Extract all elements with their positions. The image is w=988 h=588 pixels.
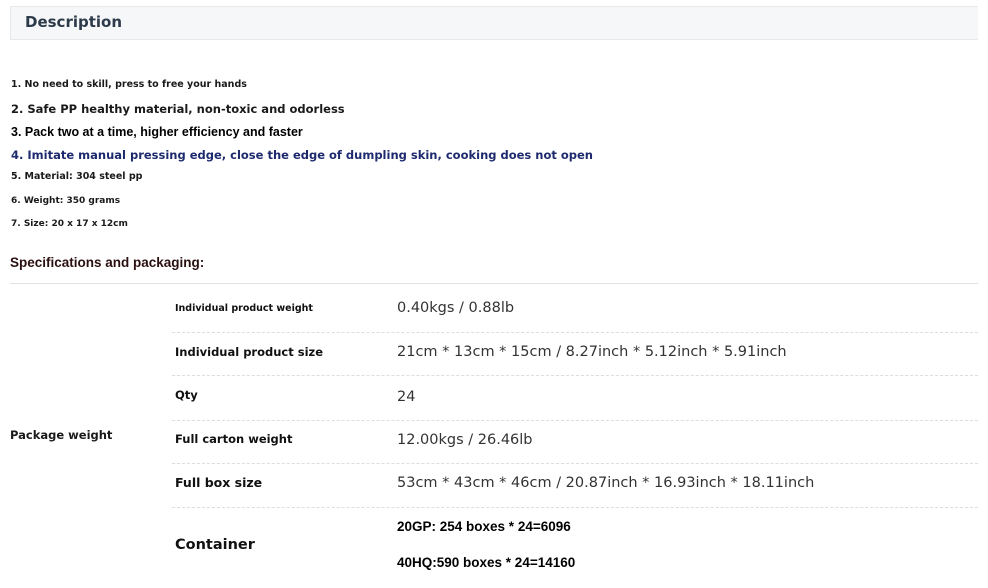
spec-row: Qty 24 (172, 375, 978, 421)
spec-label: Full box size (175, 475, 263, 490)
specifications-table: Package weight Individual product weight… (10, 283, 978, 588)
spec-row: Full carton weight 12.00kgs / 26.46lb (172, 420, 978, 464)
spec-value: 12.00kgs / 26.46lb (397, 432, 533, 448)
spec-row: Individual product weight 0.40kgs / 0.88… (172, 284, 978, 333)
spec-value: 24 (397, 389, 416, 405)
spec-row: Full box size 53cm * 43cm * 46cm / 20.87… (172, 463, 978, 508)
feature-item: 3. Pack two at a time, higher efficiency… (11, 125, 303, 139)
feature-item: 5. Material: 304 steel pp (11, 171, 143, 182)
product-description-page: Description 1. No need to skill, press t… (0, 0, 988, 588)
description-header: Description (10, 6, 978, 40)
feature-item: 2. Safe PP healthy material, non-toxic a… (11, 102, 345, 116)
feature-item: 4. Imitate manual pressing edge, close t… (11, 148, 593, 162)
container-row: Container 20GP: 254 boxes * 24=6096 40HQ… (172, 507, 978, 588)
container-label: Container (175, 537, 255, 553)
feature-item: 6. Weight: 350 grams (11, 196, 121, 206)
package-weight-label: Package weight (10, 428, 113, 442)
spec-row: Individual product size 21cm * 13cm * 15… (172, 332, 978, 376)
container-value-20gp: 20GP: 254 boxes * 24=6096 (397, 519, 571, 534)
specifications-title: Specifications and packaging: (10, 255, 205, 270)
spec-value: 21cm * 13cm * 15cm / 8.27inch * 5.12inch… (397, 344, 787, 360)
container-value-40hq: 40HQ:590 boxes * 24=14160 (397, 555, 576, 570)
feature-item: 7. Size: 20 x 17 x 12cm (11, 219, 128, 229)
spec-value: 0.40kgs / 0.88lb (397, 300, 515, 316)
spec-label: Individual product size (175, 345, 324, 359)
feature-item: 1. No need to skill, press to free your … (11, 79, 247, 90)
spec-label: Qty (175, 388, 198, 402)
spec-label: Full carton weight (175, 432, 293, 446)
spec-label: Individual product weight (175, 303, 313, 314)
description-title: Description (25, 13, 123, 31)
spec-value: 53cm * 43cm * 46cm / 20.87inch * 16.93in… (397, 475, 815, 491)
